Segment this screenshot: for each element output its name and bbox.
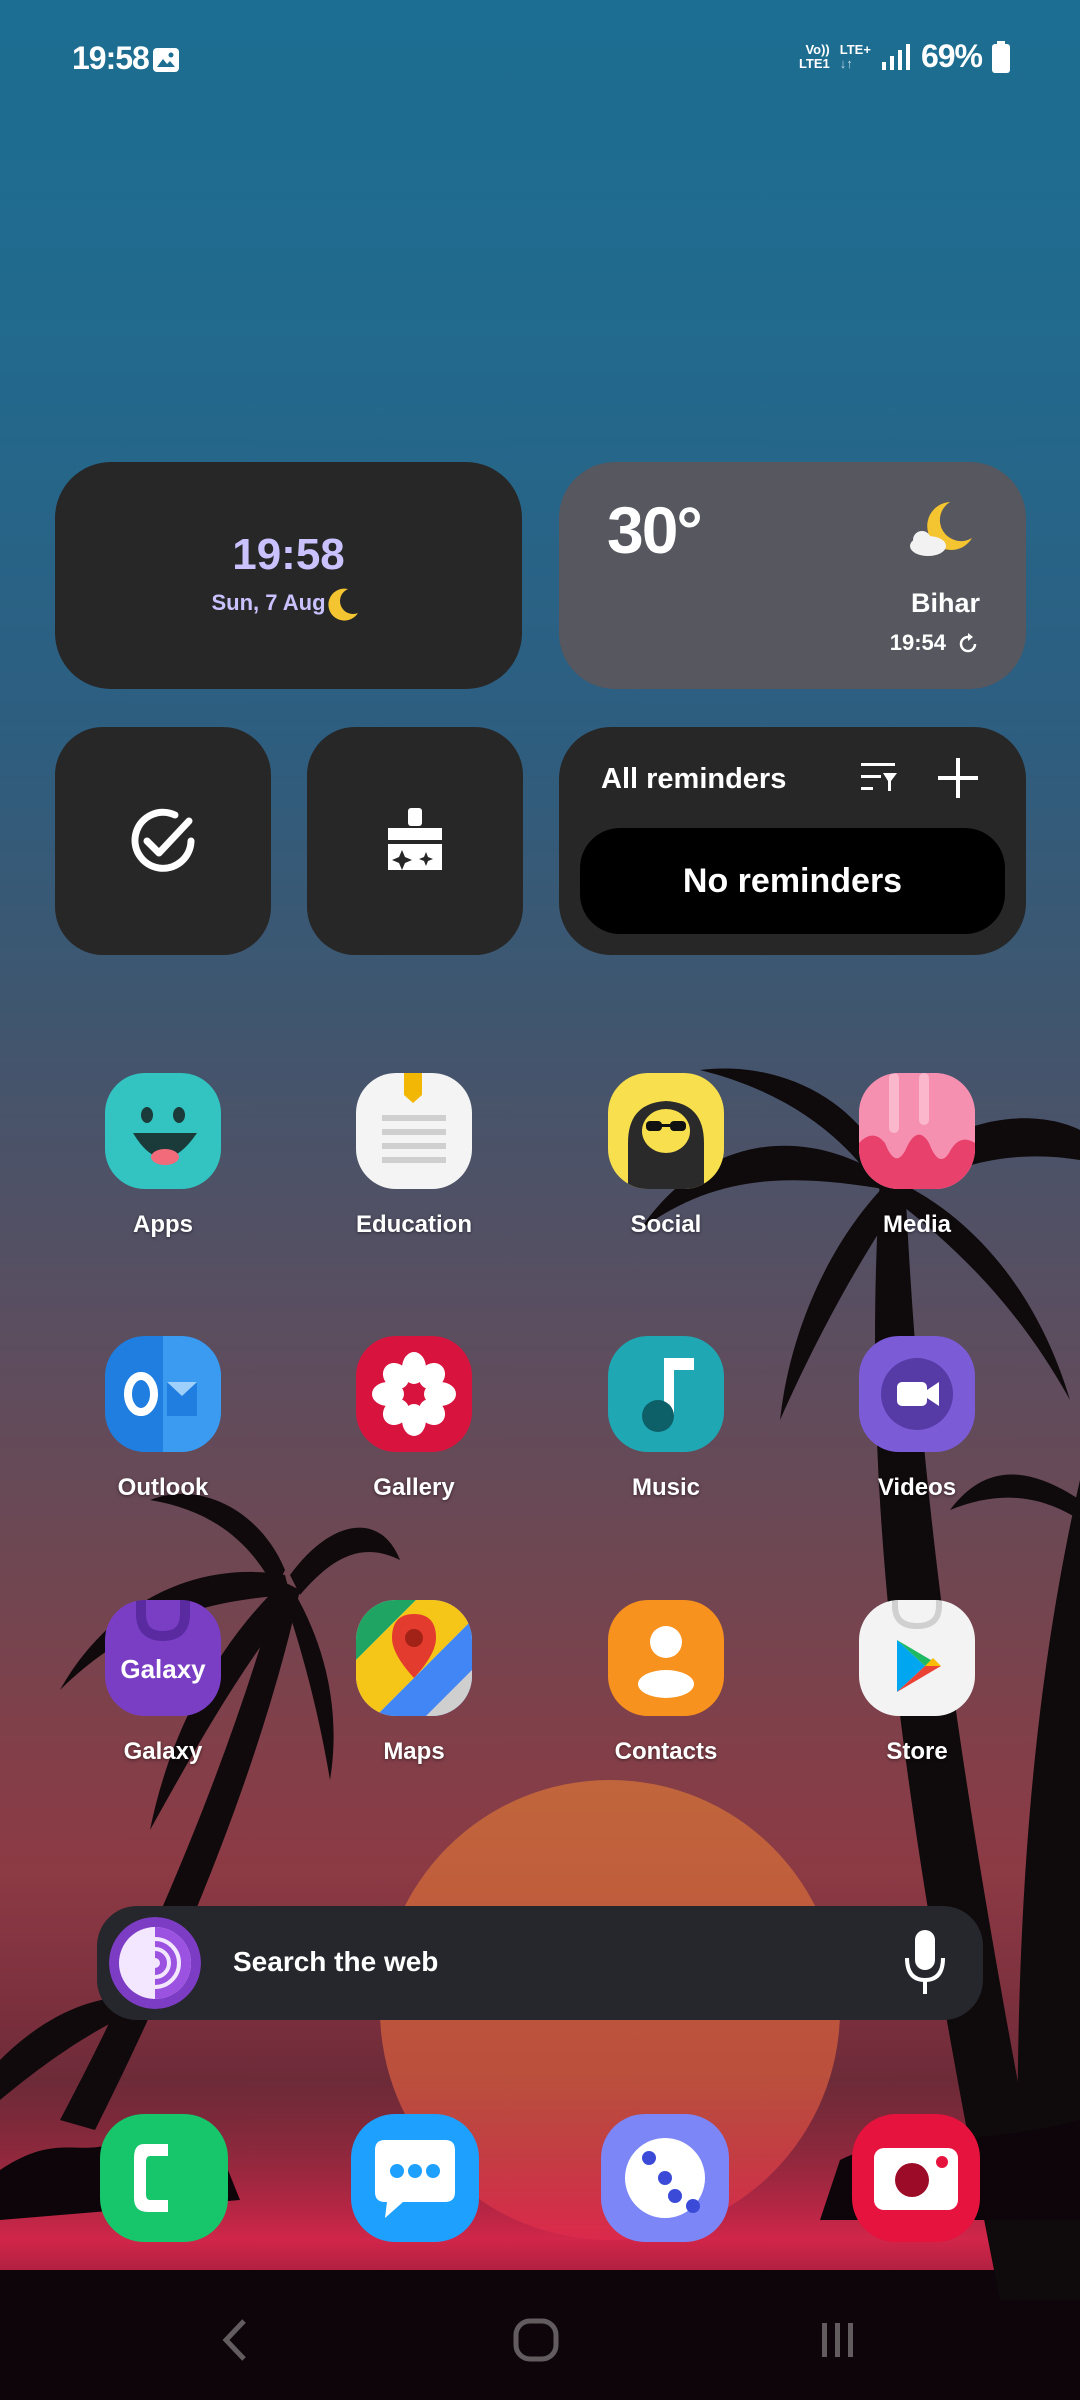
microphone-icon[interactable] (903, 1928, 947, 1998)
weather-updated-time: 19:54 (889, 630, 946, 655)
social-person-icon (608, 1073, 724, 1189)
volte-indicator: Vo)) LTE1 (798, 41, 830, 71)
weather-location: Bihar (910, 588, 980, 618)
broom-sparkle-icon (388, 808, 442, 870)
device-care-tile[interactable] (307, 727, 523, 955)
tor-browser-icon[interactable] (109, 1917, 201, 2009)
app-label: Social (630, 1211, 702, 1238)
battery-percentage: 69% (920, 38, 983, 74)
reminder-shortcut-tile[interactable] (55, 727, 271, 955)
apps-folder-icon (105, 1073, 221, 1189)
reminders-title: All reminders (601, 763, 787, 795)
notebook-icon (356, 1073, 472, 1189)
galaxy-store-icon: Galaxy (105, 1600, 221, 1716)
maps-icon (356, 1600, 472, 1716)
status-time: 19:58 (72, 40, 150, 76)
app-label: Apps (133, 1211, 193, 1238)
app-label: Outlook (117, 1474, 209, 1501)
app-gallery[interactable]: Gallery (314, 1336, 514, 1502)
play-store-icon (859, 1600, 975, 1716)
app-social-folder[interactable]: Social (566, 1073, 766, 1239)
app-music[interactable]: Music (566, 1336, 766, 1502)
clock-date: Sun, 7 Aug (211, 590, 326, 615)
search-placeholder: Search the web (233, 1946, 439, 1977)
battery-icon (992, 40, 1010, 73)
moon-cloud-icon (910, 502, 972, 556)
app-label: Store (886, 1738, 948, 1765)
app-label: Music (631, 1474, 700, 1501)
media-drip-icon (859, 1073, 975, 1189)
weather-temperature: 30° (607, 493, 703, 567)
filter-sort-icon[interactable] (859, 757, 899, 797)
galaxy-icon-text: Galaxy (120, 1654, 206, 1684)
video-camera-icon (859, 1336, 975, 1452)
app-galaxy-store[interactable]: Galaxy Galaxy (63, 1600, 263, 1766)
search-bar[interactable]: Search the web (97, 1906, 983, 2020)
dock-phone[interactable] (100, 2114, 228, 2242)
camera-icon (874, 2148, 958, 2210)
app-apps-folder[interactable]: Apps (63, 1073, 263, 1239)
app-label: Videos (877, 1474, 957, 1501)
app-maps[interactable]: Maps (314, 1600, 514, 1766)
moon-icon (328, 588, 358, 621)
recents-nav-icon[interactable] (818, 2315, 858, 2365)
dock-bixby[interactable] (601, 2114, 729, 2242)
phone-icon (134, 2144, 168, 2212)
app-label: Media (882, 1211, 951, 1238)
app-play-store[interactable]: Store (817, 1600, 1017, 1766)
clock-widget[interactable]: 19:58 Sun, 7 Aug (55, 462, 522, 689)
status-bar: 19:58 Vo)) LTE1 LTE+ ↓↑ 69% (0, 0, 1080, 120)
add-reminder-icon[interactable] (935, 755, 981, 801)
home-nav-icon[interactable] (512, 2315, 562, 2365)
gallery-flower-icon (356, 1336, 472, 1452)
image-notification-icon (153, 48, 179, 72)
message-bubble-icon (375, 2140, 455, 2218)
bixby-icon (625, 2138, 705, 2218)
back-nav-icon[interactable] (220, 2315, 250, 2365)
app-label: Contacts (614, 1738, 718, 1765)
music-note-icon (608, 1336, 724, 1452)
dock-messages[interactable] (351, 2114, 479, 2242)
app-education-folder[interactable]: Education (314, 1073, 514, 1239)
app-label: Gallery (373, 1474, 455, 1501)
clock-time: 19:58 (232, 530, 345, 579)
app-label: Maps (383, 1738, 445, 1765)
outlook-icon (105, 1336, 221, 1452)
app-contacts[interactable]: Contacts (566, 1600, 766, 1766)
app-label: Education (355, 1211, 472, 1238)
app-videos[interactable]: Videos (817, 1336, 1017, 1502)
status-right: Vo)) LTE1 LTE+ ↓↑ 69% (799, 38, 1010, 75)
lte-indicator: LTE+ ↓↑ (839, 41, 871, 71)
no-reminders-box: No reminders (580, 828, 1005, 934)
app-label: Galaxy (123, 1738, 203, 1765)
weather-widget[interactable]: 30° Bihar 19:54 (559, 462, 1026, 689)
reminder-check-icon (131, 808, 195, 872)
signal-icon (881, 43, 910, 70)
contacts-person-icon (608, 1600, 724, 1716)
refresh-icon[interactable] (956, 632, 980, 656)
app-media-folder[interactable]: Media (817, 1073, 1017, 1239)
dock-camera[interactable] (852, 2114, 980, 2242)
app-outlook[interactable]: Outlook (63, 1336, 263, 1502)
reminders-widget[interactable]: All reminders No reminders (559, 727, 1026, 955)
